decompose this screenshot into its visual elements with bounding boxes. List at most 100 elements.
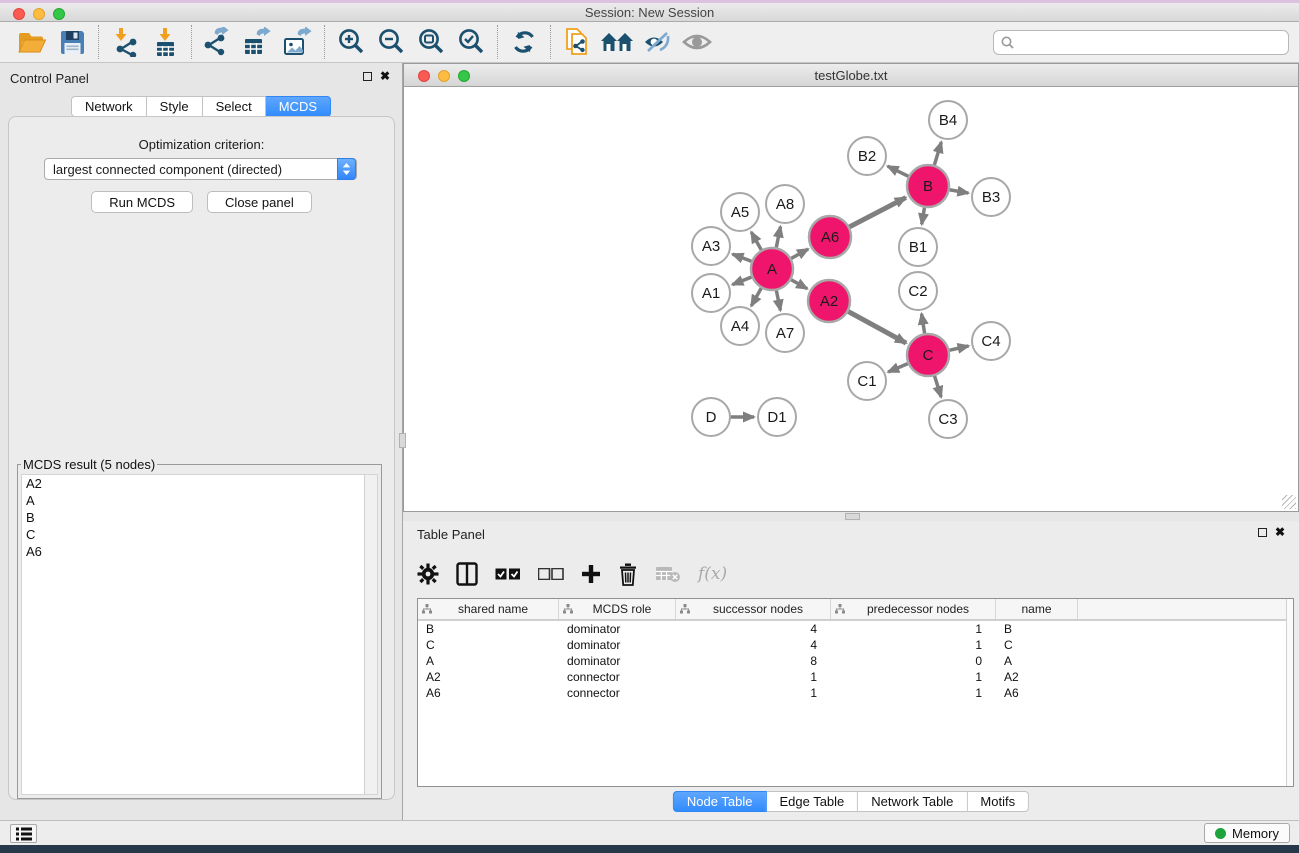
graph-edge-C-C4[interactable] [948,346,968,350]
graph-edge-A-A4[interactable] [751,287,761,306]
table-row[interactable]: Bdominator41B [418,621,1293,637]
graph-edge-A6-B[interactable] [849,198,906,228]
graph-edge-C-C1[interactable] [888,363,909,372]
table-cell[interactable]: connector [559,669,676,685]
close-table-panel-icon[interactable]: ✖ [1275,527,1285,537]
network-graph[interactable]: B4B2BB3A5A8A6A3B1AC2A1A2A4A7C4CC1DD1C3 [404,87,1298,511]
close-panel-icon[interactable]: ✖ [380,71,390,81]
save-session-icon[interactable] [52,24,92,60]
run-mcds-button[interactable]: Run MCDS [91,191,193,213]
export-network-icon[interactable] [198,24,238,60]
tab-style[interactable]: Style [147,96,203,117]
table-cell[interactable]: connector [559,685,676,701]
zoom-fit-icon[interactable] [411,24,451,60]
table-cell[interactable]: 4 [676,637,831,653]
column-header-predecessor-nodes[interactable]: predecessor nodes [831,599,996,619]
table-cell[interactable]: B [418,621,559,637]
tab-motifs[interactable]: Motifs [967,791,1029,812]
table-cell[interactable]: A [418,653,559,669]
table-cell[interactable]: 1 [831,669,996,685]
table-row[interactable]: Adominator80A [418,653,1293,669]
column-header-shared-name[interactable]: shared name [418,599,559,619]
select-all-check-icon[interactable] [495,568,521,580]
float-panel-icon[interactable] [363,72,372,81]
export-image-icon[interactable] [278,24,318,60]
graph-edge-B-B4[interactable] [934,142,941,166]
result-item[interactable]: C [22,526,377,543]
open-session-icon[interactable] [12,24,52,60]
table-settings-gear-icon[interactable] [417,563,439,585]
graph-edge-B-B1[interactable] [922,207,925,225]
hide-graphics-details-icon[interactable] [637,24,677,60]
column-header-name[interactable]: name [996,599,1078,619]
tab-select[interactable]: Select [203,96,266,117]
import-network-icon[interactable] [105,24,145,60]
table-cell[interactable]: 8 [676,653,831,669]
node-table[interactable]: shared nameMCDS rolesuccessor nodesprede… [417,598,1294,787]
task-history-button[interactable] [10,824,37,843]
tab-mcds[interactable]: MCDS [266,96,331,117]
close-panel-button[interactable]: Close panel [207,191,312,213]
result-item[interactable]: A6 [22,543,377,560]
optimization-criterion-dropdown[interactable]: largest connected component (directed) [44,158,357,180]
graph-edge-A-A3[interactable] [733,254,753,261]
search-input[interactable] [1019,35,1288,50]
float-table-panel-icon[interactable] [1258,528,1267,537]
table-cell[interactable]: dominator [559,653,676,669]
result-item[interactable]: A [22,492,377,509]
zoom-selected-icon[interactable] [451,24,491,60]
table-cell[interactable]: A6 [996,685,1078,701]
zoom-in-icon[interactable] [331,24,371,60]
table-cell[interactable]: A2 [418,669,559,685]
result-list-scrollbar[interactable] [364,475,377,794]
delete-column-trash-icon[interactable] [618,562,638,586]
graph-edge-B-B2[interactable] [888,166,910,177]
table-scrollbar[interactable] [1286,599,1293,786]
table-cell[interactable]: B [996,621,1078,637]
graph-edge-A-A7[interactable] [776,290,780,311]
zoom-out-icon[interactable] [371,24,411,60]
table-cell[interactable]: 1 [831,637,996,653]
result-item[interactable]: B [22,509,377,526]
add-column-icon[interactable] [581,564,601,584]
toolbar-search-box[interactable] [993,30,1289,55]
tab-network-table[interactable]: Network Table [858,791,967,812]
graph-edge-A-A5[interactable] [751,232,761,251]
graph-edge-A-A6[interactable] [790,249,808,259]
graph-edge-A-A8[interactable] [776,227,780,249]
table-cell[interactable]: A6 [418,685,559,701]
table-cell[interactable]: 0 [831,653,996,669]
graph-edge-A-A2[interactable] [790,279,807,288]
vertical-splitter-handle[interactable] [399,433,406,448]
table-cell[interactable]: A2 [996,669,1078,685]
table-row[interactable]: Cdominator41C [418,637,1293,653]
duplicate-network-icon[interactable] [557,24,597,60]
graph-edge-A-A1[interactable] [732,277,752,285]
tab-network[interactable]: Network [71,96,147,117]
table-cell[interactable]: C [996,637,1078,653]
graph-edge-C-C3[interactable] [934,375,941,397]
table-cell[interactable]: dominator [559,637,676,653]
table-cell[interactable]: 1 [676,685,831,701]
table-cell[interactable]: C [418,637,559,653]
graph-edge-C-C2[interactable] [922,314,925,335]
deselect-all-icon[interactable] [538,568,564,580]
tab-node-table[interactable]: Node Table [673,791,767,812]
table-cell[interactable]: A [996,653,1078,669]
table-cell[interactable]: 1 [831,621,996,637]
mcds-result-list[interactable]: A2ABCA6 [21,474,378,795]
table-cell[interactable]: 1 [676,669,831,685]
table-row[interactable]: A6connector11A6 [418,685,1293,701]
refresh-icon[interactable] [504,24,544,60]
horizontal-splitter-handle[interactable] [845,513,860,520]
graph-edge-B-B3[interactable] [949,190,969,193]
column-header-successor-nodes[interactable]: successor nodes [676,599,831,619]
result-item[interactable]: A2 [22,475,377,492]
window-resize-grip[interactable] [1282,495,1296,509]
column-header-MCDS-role[interactable]: MCDS role [559,599,676,619]
tab-edge-table[interactable]: Edge Table [766,791,858,812]
table-cell[interactable]: dominator [559,621,676,637]
graph-edge-A2-C[interactable] [847,311,906,343]
toggle-columns-icon[interactable] [456,562,478,586]
show-graphics-details-icon[interactable] [677,24,717,60]
